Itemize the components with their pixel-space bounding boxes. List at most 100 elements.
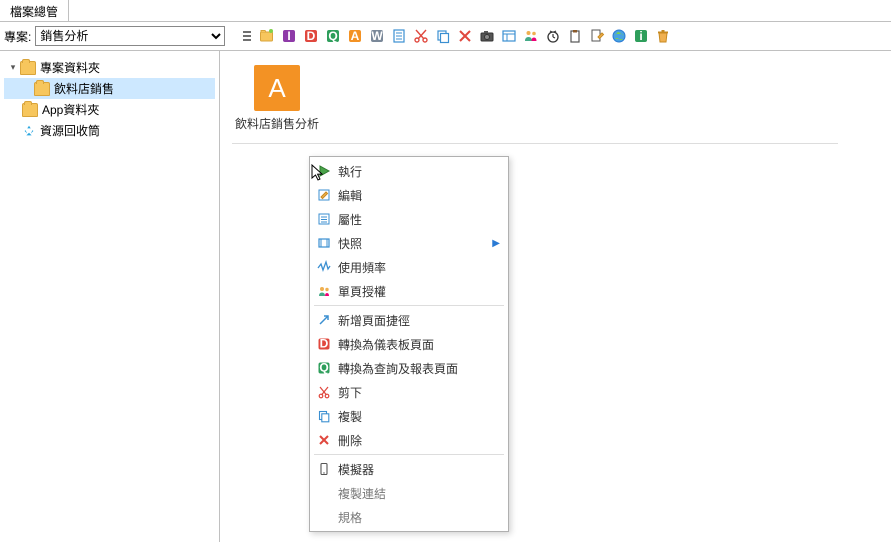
folder-tree: ▾ 專案資料夾 飲料店銷售 App資料夾 資源回收筒 <box>0 51 220 542</box>
item-label: 飲料店銷售分析 <box>232 117 322 133</box>
mobile-icon <box>314 459 334 479</box>
letter-d-small-icon: D <box>314 334 334 354</box>
cm-run[interactable]: 執行 <box>310 159 508 183</box>
svg-text:Q: Q <box>319 361 328 375</box>
letter-d-icon[interactable]: D <box>301 26 321 46</box>
svg-text:I: I <box>288 29 291 43</box>
recycle-icon <box>22 124 36 138</box>
clipboard-icon[interactable] <box>565 26 585 46</box>
cm-cut[interactable]: 剪下 <box>310 380 508 404</box>
globe-icon[interactable] <box>609 26 629 46</box>
tree-label: 專案資料夾 <box>40 59 100 76</box>
context-menu: 執行 編輯 屬性 快照 ▶ 使用頻率 單頁授權 新增頁面捷徑 D 轉換為儀表板頁… <box>309 156 509 532</box>
svg-text:D: D <box>307 29 316 43</box>
cm-properties[interactable]: 屬性 <box>310 207 508 231</box>
tab-file-manager[interactable]: 檔案總管 <box>0 0 69 21</box>
tree-item-apps[interactable]: App資料夾 <box>4 99 215 120</box>
chevron-right-icon: ▶ <box>492 238 500 249</box>
delete-x-icon[interactable] <box>455 26 475 46</box>
shortcut-arrow-icon <box>314 310 334 330</box>
cm-to-query-report[interactable]: Q 轉換為查詢及報表頁面 <box>310 356 508 380</box>
cm-label: 使用頻率 <box>338 259 500 276</box>
layout-icon[interactable] <box>499 26 519 46</box>
cm-label: 剪下 <box>338 384 500 401</box>
camera-icon[interactable] <box>477 26 497 46</box>
people-icon[interactable] <box>521 26 541 46</box>
letter-q-icon[interactable]: Q <box>323 26 343 46</box>
blank-icon <box>314 507 334 527</box>
tree-label: 飲料店銷售 <box>54 80 114 97</box>
cm-snapshot[interactable]: 快照 ▶ <box>310 231 508 255</box>
letter-q-small-icon: Q <box>314 358 334 378</box>
scissors-icon[interactable] <box>411 26 431 46</box>
letter-i-icon[interactable]: I <box>279 26 299 46</box>
item-card[interactable]: A 飲料店銷售分析 <box>232 57 322 133</box>
content-divider <box>232 143 838 144</box>
tree-label: App資料夾 <box>42 101 99 118</box>
x-red-icon <box>314 430 334 450</box>
cm-label: 編輯 <box>338 187 500 204</box>
toolbar: 專案: 銷售分析 I D Q A W i <box>0 22 891 51</box>
folder-open-icon <box>22 103 38 117</box>
cm-label: 複製 <box>338 408 500 425</box>
letter-a-icon[interactable]: A <box>345 26 365 46</box>
tree-item-beverage-sales[interactable]: 飲料店銷售 <box>4 78 215 99</box>
snapshot-icon <box>314 233 334 253</box>
cm-label: 轉換為查詢及報表頁面 <box>338 360 500 377</box>
clock-icon[interactable] <box>543 26 563 46</box>
blank-icon <box>314 483 334 503</box>
cm-usage[interactable]: 使用頻率 <box>310 255 508 279</box>
project-label: 專案: <box>4 28 31 45</box>
cm-specs[interactable]: 規格 <box>310 505 508 529</box>
cm-simulator[interactable]: 模擬器 <box>310 457 508 481</box>
copy-small-icon <box>314 406 334 426</box>
doc-edit-icon[interactable] <box>587 26 607 46</box>
svg-text:W: W <box>372 29 384 43</box>
trash-icon[interactable] <box>653 26 673 46</box>
properties-list-icon <box>314 209 334 229</box>
svg-text:Q: Q <box>329 29 338 43</box>
scissors-small-icon <box>314 382 334 402</box>
content-items: A 飲料店銷售分析 <box>232 57 891 133</box>
cm-to-dashboard[interactable]: D 轉換為儀表板頁面 <box>310 332 508 356</box>
tree-project-root[interactable]: ▾ 專案資料夾 <box>4 57 215 78</box>
letter-w-icon[interactable]: W <box>367 26 387 46</box>
menu-separator <box>314 305 504 306</box>
cm-label: 快照 <box>338 235 492 252</box>
cm-single-auth[interactable]: 單頁授權 <box>310 279 508 303</box>
tree-toggle-icon[interactable]: ▾ <box>8 63 18 73</box>
cm-delete[interactable]: 刪除 <box>310 428 508 452</box>
folder-sparkle-icon[interactable] <box>257 26 277 46</box>
folder-open-icon <box>34 82 50 96</box>
cm-edit[interactable]: 編輯 <box>310 183 508 207</box>
tab-bar: 檔案總管 <box>0 0 891 22</box>
pencil-icon <box>314 185 334 205</box>
cm-label: 刪除 <box>338 432 500 449</box>
cm-label: 複製連結 <box>338 485 500 502</box>
cm-label: 模擬器 <box>338 461 500 478</box>
cm-label: 執行 <box>338 163 500 180</box>
activity-icon <box>314 257 334 277</box>
list-icon[interactable] <box>235 26 255 46</box>
folder-open-icon <box>20 61 36 75</box>
tree-item-recycle[interactable]: 資源回收筒 <box>4 120 215 141</box>
project-select[interactable]: 銷售分析 <box>35 26 225 46</box>
svg-text:A: A <box>351 29 360 43</box>
cm-label: 轉換為儀表板頁面 <box>338 336 500 353</box>
cm-label: 規格 <box>338 509 500 526</box>
users-icon <box>314 281 334 301</box>
menu-separator <box>314 454 504 455</box>
play-icon <box>314 161 334 181</box>
note-icon[interactable] <box>389 26 409 46</box>
copy-icon[interactable] <box>433 26 453 46</box>
cm-new-shortcut[interactable]: 新增頁面捷徑 <box>310 308 508 332</box>
cm-copy-link[interactable]: 複製連結 <box>310 481 508 505</box>
info-box-icon[interactable]: i <box>631 26 651 46</box>
cm-label: 屬性 <box>338 211 500 228</box>
cm-label: 單頁授權 <box>338 283 500 300</box>
item-thumb-a: A <box>254 65 300 111</box>
tree-label: 資源回收筒 <box>40 122 100 139</box>
cm-copy[interactable]: 複製 <box>310 404 508 428</box>
svg-text:D: D <box>320 337 329 351</box>
svg-text:i: i <box>640 29 643 43</box>
